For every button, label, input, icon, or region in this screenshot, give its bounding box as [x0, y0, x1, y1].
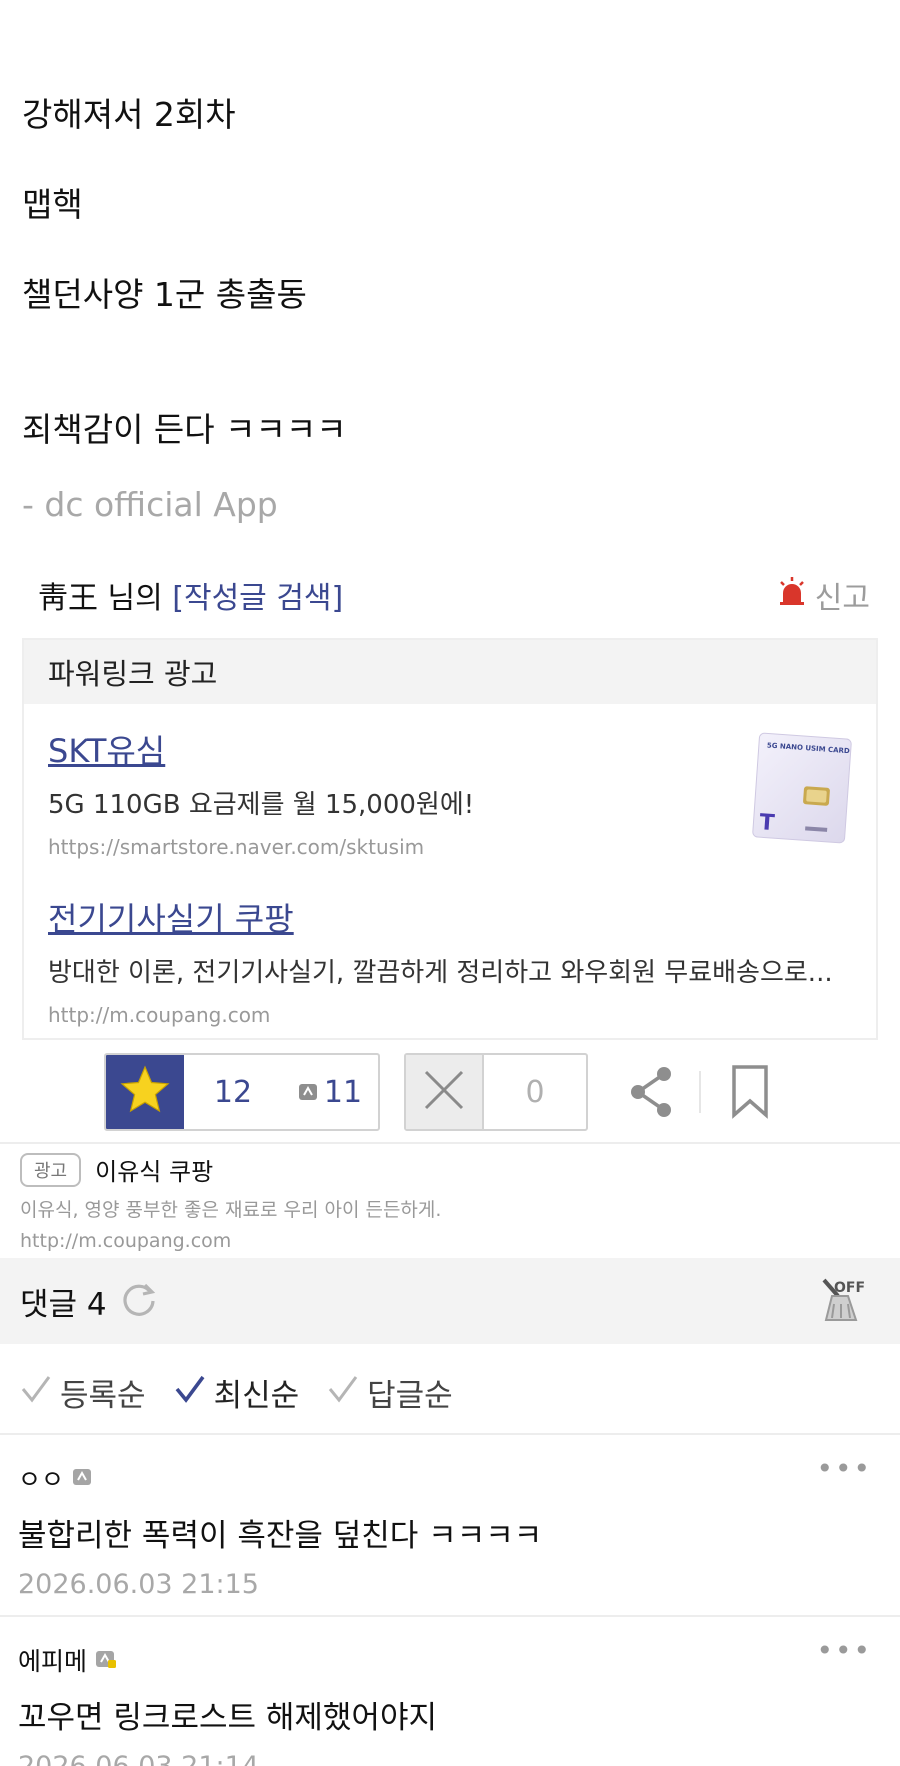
gray-user-icon	[72, 1464, 92, 1493]
author-info: 靑王 님의 [작성글 검색]	[38, 573, 343, 617]
section-divider	[0, 1433, 900, 1435]
search-posts-link[interactable]: [작성글 검색]	[172, 581, 343, 616]
comment-date: 2026.06.03 21:14	[18, 1751, 878, 1766]
check-icon	[20, 1374, 52, 1412]
ad-item[interactable]: SKT유심 5G 110GB 요금제를 월 15,000원에! https://…	[48, 726, 728, 859]
fixed-user-recommend: 11	[282, 1055, 378, 1129]
powerlink-header: 파워링크 광고	[24, 640, 876, 704]
recommend-up-count: 12	[213, 1074, 253, 1110]
recommend-down-count: 0	[525, 1074, 545, 1110]
fixed-user-icon	[298, 1075, 318, 1110]
sort-option-registered[interactable]: 등록순	[20, 1370, 146, 1415]
siren-icon	[777, 576, 807, 614]
refresh-icon[interactable]	[119, 1279, 159, 1323]
comment-more-button[interactable]: •••	[816, 1634, 872, 1667]
powerlink-ad-box: 파워링크 광고 SKT유심 5G 110GB 요금제를 월 15,000원에! …	[22, 638, 878, 1040]
text-ad[interactable]: 광고 이유식 쿠팡 이유식, 영양 풍부한 좋은 재료로 우리 아이 든든하게.…	[20, 1152, 880, 1252]
comments-header: 댓글 4 OFF	[0, 1258, 900, 1344]
ad-description: 5G 110GB 요금제를 월 15,000원에!	[48, 790, 475, 820]
ad-title[interactable]: SKT유심	[48, 726, 728, 772]
post-line: 맵핵	[22, 185, 83, 224]
comment-cleaner-toggle[interactable]: OFF	[814, 1274, 868, 1332]
recommend-up-box[interactable]: 12 11	[104, 1053, 380, 1131]
author-name[interactable]: 靑王	[38, 581, 98, 616]
sort-label: 등록순	[60, 1378, 146, 1414]
comment-item: 에피메 꼬우면 링크로스트 해제했어야지 2026.06.03 21:14	[18, 1642, 878, 1766]
comment-author-name: ㅇㅇ	[18, 1465, 65, 1494]
ad-badge: 광고	[20, 1152, 82, 1187]
ad-description: 이유식, 영양 풍부한 좋은 재료로 우리 아이 든든하게.	[20, 1199, 442, 1221]
check-icon	[327, 1374, 359, 1412]
share-icon[interactable]	[628, 1063, 674, 1125]
usim-card-image[interactable]: 5G NANO USIM CARD T	[748, 732, 856, 844]
ad-url: https://smartstore.naver.com/sktusim	[48, 835, 425, 859]
comments-count-title: 댓글 4	[20, 1286, 107, 1323]
app-signature: - dc official App	[22, 485, 278, 524]
recommend-down-box[interactable]: 0	[404, 1053, 588, 1131]
section-divider	[0, 1142, 900, 1144]
ad-description: 방대한 이론, 전기기사실기, 깔끔하게 정리하고 와우회원 무료배송으로...	[48, 958, 833, 988]
sort-label: 최신순	[213, 1378, 300, 1414]
bookmark-icon[interactable]	[730, 1063, 770, 1125]
post-line: 강해져서 2회차	[22, 95, 236, 134]
comment-divider	[0, 1615, 900, 1617]
comment-sort-options: 등록순 최신순 답글순	[20, 1370, 453, 1415]
sort-option-latest[interactable]: 최신순	[174, 1370, 300, 1415]
ad-url: http://m.coupang.com	[48, 1003, 271, 1027]
fixed-user-icon	[95, 1646, 117, 1675]
report-button[interactable]: 신고	[777, 573, 870, 617]
comment-item: ㅇㅇ 불합리한 폭력이 흑잔을 덮친다 ㅋㅋㅋㅋ 2026.06.03 21:1…	[18, 1460, 878, 1600]
comment-author[interactable]: ㅇㅇ	[18, 1460, 878, 1496]
recommend-up-button[interactable]	[106, 1055, 184, 1129]
check-icon	[174, 1374, 206, 1412]
comment-text: 꼬우면 링크로스트 해제했어야지	[18, 1700, 437, 1736]
post-line: 죄책감이 든다 ㅋㅋㅋㅋ	[22, 410, 347, 449]
action-divider	[699, 1071, 701, 1113]
author-suffix: 님의	[98, 581, 173, 616]
close-x-icon	[422, 1068, 466, 1116]
comment-date: 2026.06.03 21:15	[18, 1569, 259, 1600]
fixed-user-count: 11	[323, 1074, 363, 1110]
report-label: 신고	[814, 581, 870, 616]
author-row: 靑王 님의 [작성글 검색] 신고	[38, 570, 870, 620]
recommend-bar: 12 11 0	[0, 1053, 900, 1131]
ad-title[interactable]: 전기기사실기 쿠팡	[48, 894, 848, 940]
ad-title[interactable]: 이유식 쿠팡	[95, 1152, 213, 1187]
recommend-down-button[interactable]	[406, 1055, 484, 1129]
comment-more-button[interactable]: •••	[816, 1452, 872, 1485]
ad-item[interactable]: 전기기사실기 쿠팡 방대한 이론, 전기기사실기, 깔끔하게 정리하고 와우회원…	[48, 894, 848, 1027]
comment-author[interactable]: 에피메	[18, 1642, 878, 1678]
ad-url: http://m.coupang.com	[20, 1230, 232, 1252]
comment-text: 불합리한 폭력이 흑잔을 덮친다 ㅋㅋㅋㅋ	[18, 1518, 543, 1554]
cleaner-off-label: OFF	[834, 1280, 865, 1296]
star-icon	[118, 1064, 172, 1120]
sort-label: 답글순	[367, 1378, 453, 1414]
post-line: 챌던사양 1군 총출동	[22, 275, 307, 314]
usim-brand-logo: T	[759, 810, 776, 836]
sort-option-replies[interactable]: 답글순	[327, 1370, 453, 1415]
comment-author-name: 에피메	[18, 1647, 88, 1676]
